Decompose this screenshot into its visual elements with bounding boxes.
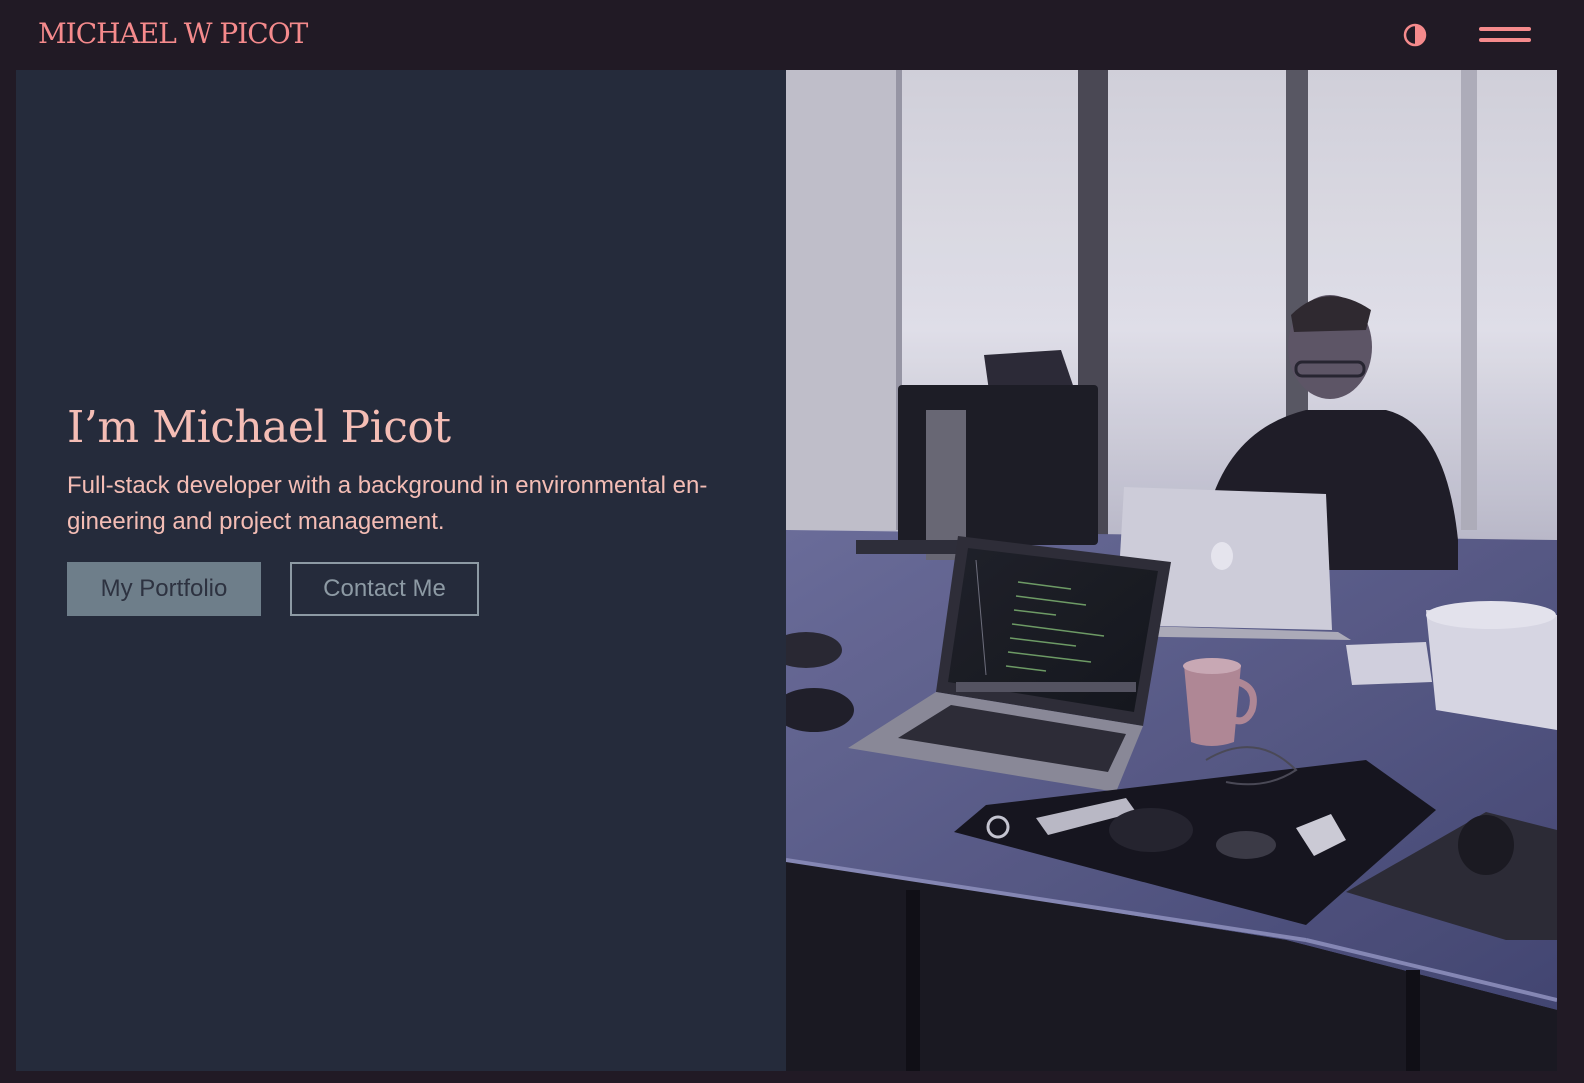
hamburger-menu-icon bbox=[1479, 27, 1531, 31]
top-navigation-bar: MICHAEL W PICOT bbox=[0, 0, 1584, 70]
contact-me-button[interactable]: Contact Me bbox=[290, 562, 479, 616]
hero-subtitle: Full-stack developer with a background i… bbox=[67, 472, 708, 535]
site-brand-logo[interactable]: MICHAEL W PICOT bbox=[38, 14, 308, 54]
hero-headline: I’m Michael Picot bbox=[67, 402, 451, 453]
hero-intro-panel: I’m Michael Picot Full-stack developer w… bbox=[16, 70, 786, 1071]
my-portfolio-button[interactable]: My Portfolio bbox=[67, 562, 261, 616]
office-desk-laptops-photo bbox=[786, 70, 1557, 1071]
menu-button[interactable] bbox=[1477, 22, 1533, 48]
hero-section: I’m Michael Picot Full-stack developer w… bbox=[16, 70, 1557, 1071]
contrast-icon bbox=[1403, 23, 1427, 47]
theme-toggle-button[interactable] bbox=[1403, 23, 1427, 47]
hero-office-photo bbox=[786, 70, 1557, 1071]
